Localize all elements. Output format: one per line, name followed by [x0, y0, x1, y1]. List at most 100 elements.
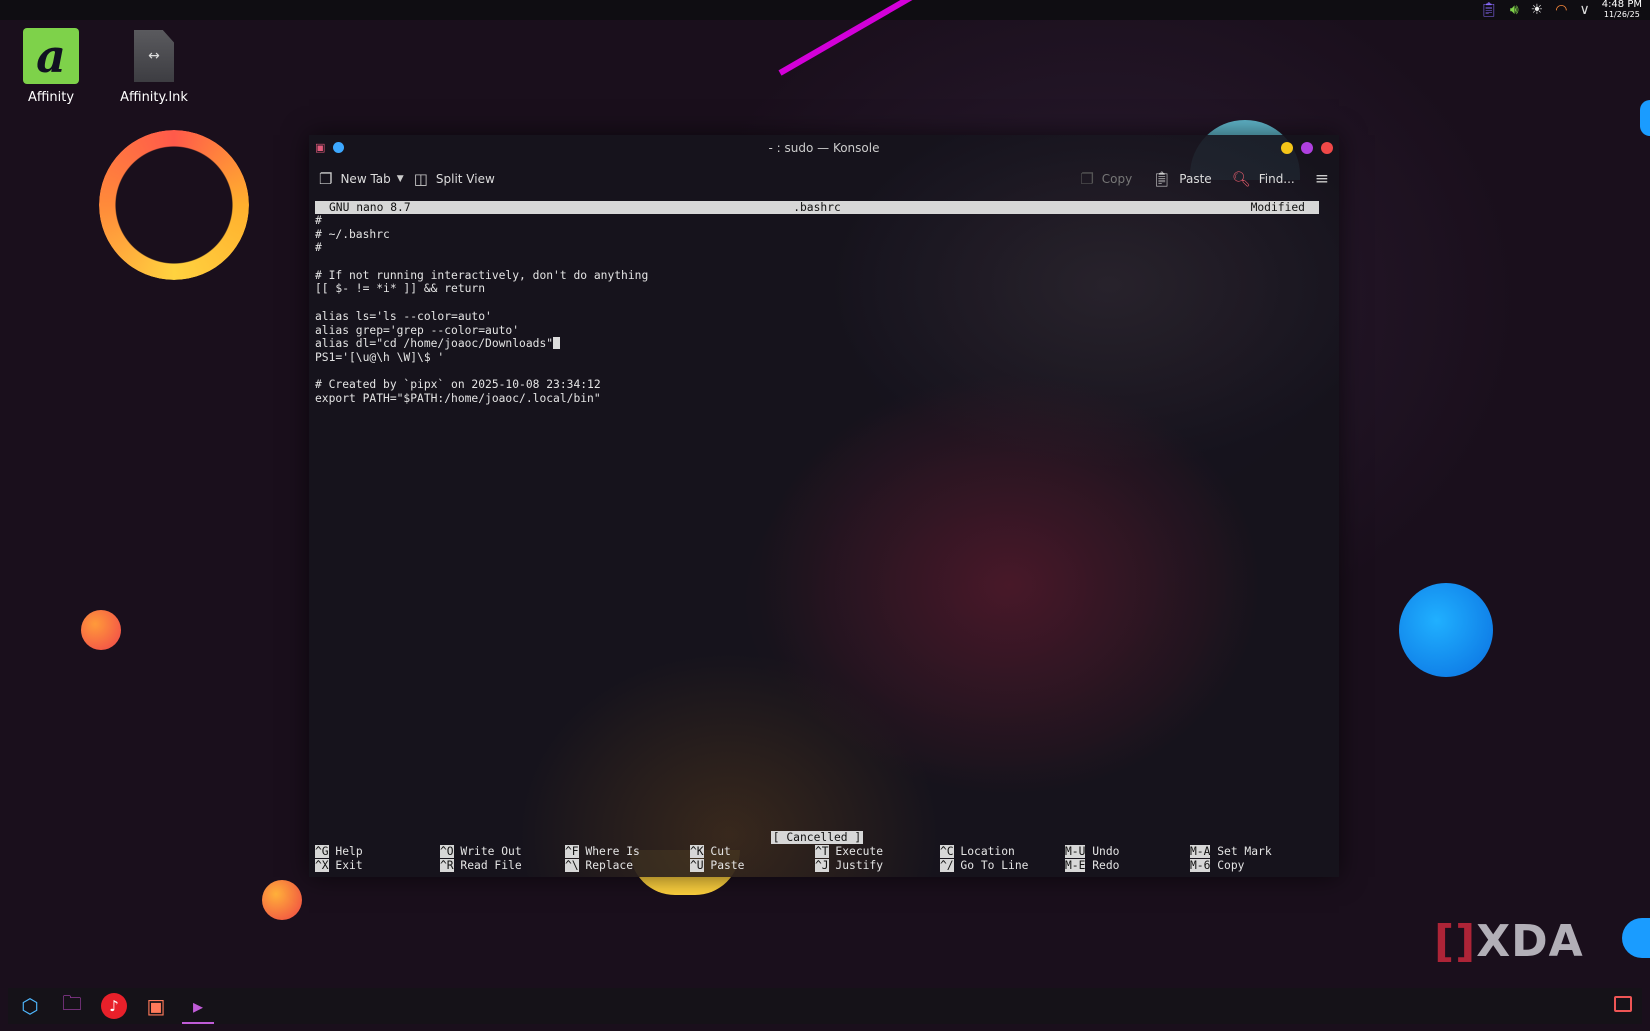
search-icon: 🔍︎ — [1231, 170, 1251, 188]
clipboard-icon[interactable]: 📋︎ — [1480, 0, 1498, 20]
shortcut-cut[interactable]: ^K Cut — [690, 845, 731, 859]
system-tray: 📋︎ 🔊︎ ☀ ◠ ∨ 4:48 PM 11/26/25 — [1480, 0, 1642, 20]
split-view-icon: ◫ — [413, 170, 428, 188]
wallpaper-bubble — [1640, 100, 1650, 136]
desktop-icon-label: Affinity.lnk — [120, 90, 188, 105]
shortcut-justify[interactable]: ^J Justify — [815, 858, 883, 873]
shortcut-key: M-E — [1065, 858, 1086, 872]
desktop-icon-affinity[interactable]: a Affinity — [6, 28, 96, 105]
text-line: # — [315, 241, 322, 255]
close-button[interactable] — [1321, 142, 1333, 154]
shortcut-redo[interactable]: M-E Redo — [1065, 858, 1119, 873]
desktop-icon-affinity-lnk[interactable]: ↔ Affinity.lnk — [109, 28, 199, 105]
clock-time: 4:48 PM — [1601, 0, 1642, 10]
nano-editor[interactable]: GNU nano 8.7 .bashrc Modified # # ~/.bas… — [315, 201, 1329, 872]
shortcut-location[interactable]: ^C Location — [940, 845, 1015, 859]
clock-date: 11/26/25 — [1603, 10, 1640, 19]
shortcut-label: Undo — [1092, 845, 1120, 858]
text-line: PS1='[\u@\h \W]\$ ' — [315, 350, 445, 364]
shortcut-label: Write Out — [460, 845, 522, 858]
shortcut-help[interactable]: ^G Help — [315, 845, 363, 859]
shortcut-key: M-U — [1065, 845, 1086, 858]
new-tab-dropdown-icon[interactable]: ▼ — [397, 174, 404, 184]
title-bar-left: ▣ — [315, 141, 345, 154]
file-manager-icon[interactable]: 🗀︎ — [56, 990, 88, 1022]
wallpaper-ring — [99, 130, 249, 280]
hamburger-menu-button[interactable]: ≡ — [1305, 164, 1339, 194]
shortcut-label: Cut — [710, 845, 731, 858]
shortcut-where-is[interactable]: ^F Where Is — [565, 845, 640, 859]
watermark-bracket: [ — [1434, 916, 1456, 967]
new-tab-label: New Tab — [340, 172, 391, 186]
text-line: # If not running interactively, don't do… — [315, 268, 649, 282]
text-cursor — [553, 337, 561, 350]
copy-button[interactable]: ❐ Copy — [1070, 164, 1142, 194]
shortcut-execute[interactable]: ^T Execute — [815, 845, 883, 859]
nano-text-area[interactable]: # # ~/.bashrc # # If not running interac… — [315, 214, 1319, 406]
title-bar[interactable]: ▣ - : sudo — Konsole — [309, 135, 1339, 161]
shortcut-key: M-A — [1190, 845, 1211, 858]
shortcut-exit[interactable]: ^X Exit — [315, 858, 363, 873]
text-line — [315, 296, 1319, 310]
shortcut-read-file[interactable]: ^R Read File — [440, 858, 522, 873]
shortcut-key: ^G — [315, 845, 329, 858]
text-line: # ~/.bashrc — [315, 227, 390, 241]
copy-label: Copy — [1101, 172, 1133, 186]
paste-icon: 📋︎ — [1152, 170, 1172, 188]
shortcut-key: ^K — [690, 845, 704, 858]
music-player-icon[interactable]: ♪ — [98, 990, 130, 1022]
shortcut-label: Exit — [335, 858, 363, 872]
nano-filename: .bashrc — [793, 201, 841, 214]
watermark-text: XDA — [1476, 916, 1584, 967]
minimize-button[interactable] — [1281, 142, 1293, 154]
shortcut-key: ^/ — [940, 858, 954, 872]
remote-desktop-icon[interactable]: ▣ — [140, 990, 172, 1022]
watermark-bracket-close: ] — [1455, 916, 1477, 967]
shortcut-undo[interactable]: M-U Undo — [1065, 845, 1119, 859]
shortcut-label: Copy — [1217, 858, 1245, 872]
shortcut-write-out[interactable]: ^O Write Out — [440, 845, 522, 859]
shortcut-copy[interactable]: M-6 Copy — [1190, 858, 1245, 873]
window-title: - : sudo — Konsole — [768, 141, 880, 155]
shortcut-file-icon: ↔ — [134, 30, 174, 82]
pin-button[interactable] — [333, 142, 345, 153]
wifi-icon[interactable]: ◠ — [1555, 0, 1567, 20]
affinity-app-icon: a — [23, 28, 79, 84]
text-line-with-cursor: alias dl="cd /home/joaoc/Downloads" — [315, 337, 1319, 351]
shortcut-label: Go To Line — [960, 858, 1029, 872]
konsole-icon[interactable]: ▸ — [182, 990, 214, 1024]
new-tab-icon: ❐ — [319, 170, 333, 188]
shortcut-go-to-line[interactable]: ^/ Go To Line — [940, 858, 1029, 873]
text-line — [315, 255, 1319, 269]
shortcut-key: ^\ — [565, 858, 579, 872]
wallpaper-bubble — [262, 880, 302, 920]
shortcut-replace[interactable]: ^\ Replace — [565, 858, 633, 873]
window-controls — [1281, 142, 1333, 154]
paste-button[interactable]: 📋︎ Paste — [1142, 164, 1221, 194]
brightness-icon[interactable]: ☀ — [1531, 0, 1544, 20]
shortcut-paste[interactable]: ^U Paste — [690, 858, 744, 873]
shortcut-set-mark[interactable]: M-A Set Mark — [1190, 845, 1272, 859]
wallpaper-bubble — [81, 610, 121, 650]
nano-shortcut-bar: ^G Help ^O Write Out ^F Where Is ^K Cut … — [315, 845, 1329, 872]
split-view-label: Split View — [435, 172, 495, 186]
chevron-down-icon[interactable]: ∨ — [1579, 0, 1589, 20]
wallpaper-bubble — [1399, 583, 1493, 677]
clock[interactable]: 4:48 PM 11/26/25 — [1602, 0, 1642, 20]
find-button[interactable]: 🔍︎ Find... — [1222, 164, 1305, 194]
text-line: # Created by `pipx` on 2025-10-08 23:34:… — [315, 378, 601, 392]
new-tab-button[interactable]: ❐ New Tab — [309, 164, 401, 194]
konsole-window[interactable]: ▣ - : sudo — Konsole ❐ New Tab ▼ ◫ Split… — [309, 135, 1339, 877]
show-desktop-button[interactable] — [1614, 996, 1632, 1012]
maximize-button[interactable] — [1301, 142, 1313, 154]
volume-icon[interactable]: 🔊︎ — [1510, 0, 1519, 20]
shortcut-key: ^O — [440, 845, 454, 858]
split-view-button[interactable]: ◫ Split View — [404, 164, 505, 194]
text-line-content: alias dl="cd /home/joaoc/Downloads" — [315, 337, 554, 351]
text-line: export PATH="$PATH:/home/joaoc/.local/bi… — [315, 391, 601, 405]
shortcut-row-2: ^X Exit ^R Read File ^\ Replace ^U Paste… — [315, 858, 1329, 873]
shortcut-label: Location — [960, 845, 1015, 858]
nano-status-message: [ Cancelled ] — [770, 831, 864, 844]
shortcut-label: Read File — [460, 858, 522, 872]
app-launcher-icon[interactable]: ⬡ — [14, 990, 46, 1022]
